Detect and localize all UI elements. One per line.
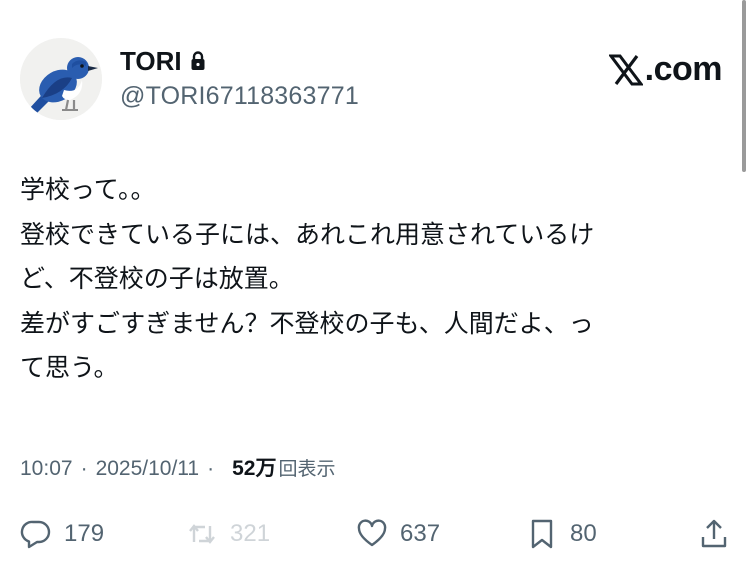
brand-text: .com bbox=[644, 50, 723, 88]
like-button[interactable]: 637 bbox=[356, 512, 440, 556]
x-logo-icon bbox=[608, 54, 643, 85]
display-name[interactable]: TORI bbox=[120, 46, 182, 77]
scrollbar[interactable] bbox=[742, 0, 746, 172]
bookmark-count: 80 bbox=[570, 520, 597, 547]
heart-icon bbox=[357, 519, 387, 547]
bookmark-button[interactable]: 80 bbox=[526, 512, 597, 556]
meta-separator-2: · bbox=[207, 457, 215, 480]
tweet-text: 学校って。。 登校できている子には、あれこれ用意されているけ ど、不登校の子は放… bbox=[20, 175, 595, 382]
avatar[interactable] bbox=[20, 38, 102, 120]
reply-button[interactable]: 179 bbox=[20, 512, 104, 556]
retweet-icon bbox=[189, 524, 215, 544]
user-handle[interactable]: @TORI67118363771 bbox=[120, 82, 359, 111]
like-count: 637 bbox=[400, 520, 441, 547]
bookmark-icon bbox=[531, 519, 553, 549]
tweet-meta: 10:07 · 2025/10/11 · 52万 回表示 bbox=[20, 452, 335, 482]
share-button[interactable] bbox=[698, 512, 730, 556]
bluebird-avatar-icon bbox=[20, 38, 102, 120]
user-info: TORI @TORI67118363771 bbox=[120, 46, 359, 111]
lock-icon bbox=[191, 51, 205, 70]
views-count: 52万 bbox=[232, 457, 277, 480]
tweet-time[interactable]: 10:07 bbox=[20, 457, 73, 481]
reply-icon bbox=[20, 520, 51, 549]
views-label: 回表示 bbox=[278, 458, 336, 480]
share-icon bbox=[701, 519, 727, 548]
retweet-count: 321 bbox=[230, 520, 271, 547]
meta-separator: · bbox=[80, 457, 88, 480]
brand-logo: .com bbox=[608, 50, 723, 89]
tweet-header: TORI @TORI67118363771 .com bbox=[20, 38, 723, 122]
action-bar: 179 321 637 80 bbox=[20, 512, 730, 556]
tweet-date[interactable]: 2025/10/11 bbox=[96, 457, 200, 481]
retweet-button[interactable]: 321 bbox=[186, 512, 270, 556]
display-name-row: TORI bbox=[120, 46, 359, 76]
reply-count: 179 bbox=[64, 520, 105, 547]
